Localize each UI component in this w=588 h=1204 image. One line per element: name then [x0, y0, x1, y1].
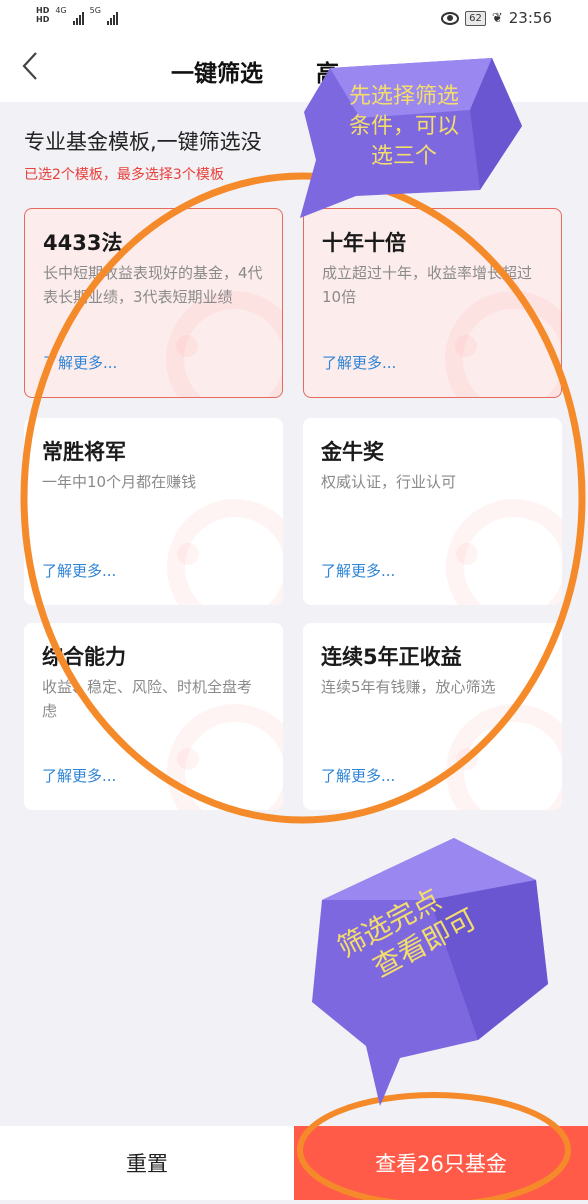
template-card-five-year-positive[interactable]: 连续5年正收益 连续5年有钱赚，放心筛选 了解更多... — [303, 623, 562, 810]
section-headline: 专业基金模板,一键筛选没 — [24, 130, 262, 154]
card-title: 十年十倍 — [322, 231, 406, 255]
battery-indicator: 62 — [465, 10, 486, 26]
learn-more-link[interactable]: 了解更多... — [43, 352, 117, 373]
card-title: 4433法 — [43, 231, 123, 255]
back-arrow-glyph — [22, 52, 37, 80]
card-description: 权威认证，行业认可 — [321, 473, 457, 491]
view-funds-button[interactable]: 查看26只基金 — [294, 1126, 588, 1200]
template-card-ten-year[interactable]: 十年十倍 成立超过十年，收益率增长超过10倍 了解更多... — [303, 208, 562, 398]
learn-more-link[interactable]: 了解更多... — [321, 765, 395, 786]
network-5g-label: 5G — [89, 6, 101, 15]
eye-icon — [441, 11, 460, 25]
card-description: 一年中10个月都在赚钱 — [42, 473, 197, 491]
bottom-action-bar: 重置 查看26只基金 — [0, 1126, 588, 1200]
card-title: 常胜将军 — [42, 440, 126, 464]
selection-count-note: 已选2个模板，最多选择3个模板 — [24, 167, 224, 183]
card-decoration — [456, 543, 478, 565]
leaf-icon: ❦ — [491, 10, 503, 26]
template-card-overall-ability[interactable]: 综合能力 收益、稳定、风险、时机全盘考虑 了解更多... — [24, 623, 283, 810]
clock: 23:56 — [508, 9, 552, 27]
card-description: 成立超过十年，收益率增长超过10倍 — [322, 264, 533, 306]
card-decoration — [177, 748, 199, 770]
template-card-golden-bull[interactable]: 金牛奖 权威认证，行业认可 了解更多... — [303, 418, 562, 605]
card-description: 收益、稳定、风险、时机全盘考虑 — [42, 678, 253, 720]
card-description: 连续5年有钱赚，放心筛选 — [321, 678, 496, 696]
signal-icon — [72, 9, 84, 25]
template-card-always-winner[interactable]: 常胜将军 一年中10个月都在赚钱 了解更多... — [24, 418, 283, 605]
page-title: 一键筛选 — [171, 61, 263, 87]
card-title: 金牛奖 — [321, 440, 384, 464]
chevron-left-icon[interactable] — [20, 50, 50, 86]
card-title: 连续5年正收益 — [321, 645, 462, 669]
learn-more-link[interactable]: 了解更多... — [42, 560, 116, 581]
status-bar-right: 62 ❦ 23:56 — [441, 9, 552, 27]
annotation-text-2: 筛选完点 查看即可 — [332, 882, 482, 984]
card-decoration — [177, 543, 199, 565]
status-bar-left: HD HD 4G 5G — [36, 6, 118, 25]
card-decoration — [455, 335, 477, 357]
reset-button[interactable]: 重置 — [0, 1126, 294, 1200]
annotation-bubble-2 — [312, 838, 548, 1106]
network-4g-label: 4G — [55, 6, 67, 15]
hd-indicator: HD HD — [36, 6, 50, 24]
nav-bar: 一键筛选 高 — [0, 36, 588, 102]
card-title: 综合能力 — [42, 645, 126, 669]
card-decoration — [176, 335, 198, 357]
learn-more-link[interactable]: 了解更多... — [42, 765, 116, 786]
tab-advanced[interactable]: 高 — [316, 54, 339, 88]
learn-more-link[interactable]: 了解更多... — [322, 352, 396, 373]
card-decoration — [456, 748, 478, 770]
status-bar: HD HD 4G 5G 62 ❦ 23:56 — [0, 0, 588, 36]
template-card-4433[interactable]: 4433法 长中短期收益表现好的基金，4代表长期业绩，3代表短期业绩 了解更多.… — [24, 208, 283, 398]
card-description: 长中短期收益表现好的基金，4代表长期业绩，3代表短期业绩 — [43, 264, 263, 306]
learn-more-link[interactable]: 了解更多... — [321, 560, 395, 581]
signal-icon — [106, 9, 118, 25]
